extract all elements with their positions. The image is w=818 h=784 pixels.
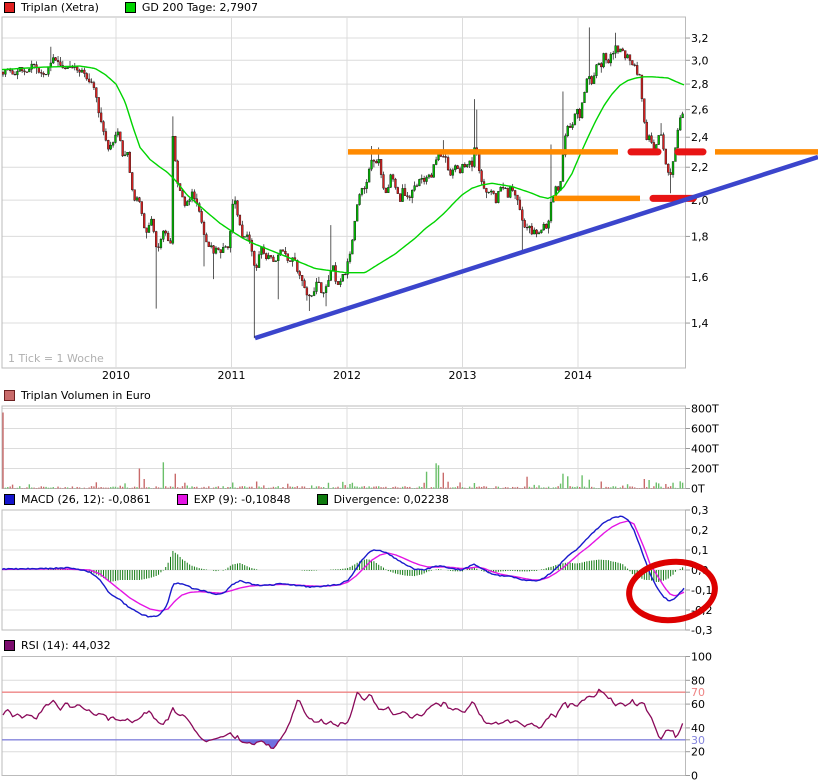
svg-text:60: 60 — [691, 698, 705, 711]
svg-text:0,1: 0,1 — [691, 544, 709, 557]
svg-text:1,6: 1,6 — [691, 271, 709, 284]
svg-text:20: 20 — [691, 746, 705, 759]
svg-text:3,0: 3,0 — [691, 54, 709, 67]
svg-text:-0,1: -0,1 — [691, 584, 712, 597]
svg-text:200T: 200T — [691, 463, 719, 476]
svg-text:0,3: 0,3 — [691, 504, 709, 517]
gd200-line — [2, 65, 685, 274]
svg-text:400T: 400T — [691, 443, 719, 456]
svg-text:1,8: 1,8 — [691, 230, 709, 243]
trendline — [254, 154, 818, 341]
volume-bars — [2, 412, 684, 489]
stock-chart: Triplan (Xetra) GD 200 Tage: 2,7907 1 Ti… — [0, 0, 818, 784]
svg-text:0,2: 0,2 — [691, 524, 709, 537]
chart-plot-canvas: 3,23,02,82,62,42,22,01,81,61,4800T600T40… — [1, 16, 818, 783]
rsi-panel: 1008070604030200 — [1, 651, 712, 783]
svg-text:2,8: 2,8 — [691, 78, 709, 91]
svg-text:600T: 600T — [691, 423, 719, 436]
svg-text:0T: 0T — [691, 483, 705, 496]
svg-text:2,4: 2,4 — [691, 131, 709, 144]
volume-panel: 800T 600T 400T 200T 0T — [1, 403, 719, 496]
macd-panel: 0,30,20,10,0-0,1-0,2-0,3 — [1, 504, 718, 637]
svg-text:-0,3: -0,3 — [691, 624, 712, 637]
svg-text:0: 0 — [691, 770, 698, 783]
svg-text:3,2: 3,2 — [691, 32, 709, 45]
svg-text:2,2: 2,2 — [691, 161, 709, 174]
svg-text:100: 100 — [691, 651, 712, 664]
svg-text:800T: 800T — [691, 403, 719, 416]
price-panel: 3,23,02,82,62,42,22,01,81,61,4 — [1, 16, 818, 369]
price-annotations — [254, 148, 818, 341]
svg-text:2,6: 2,6 — [691, 104, 709, 117]
svg-text:1,4: 1,4 — [691, 317, 709, 330]
